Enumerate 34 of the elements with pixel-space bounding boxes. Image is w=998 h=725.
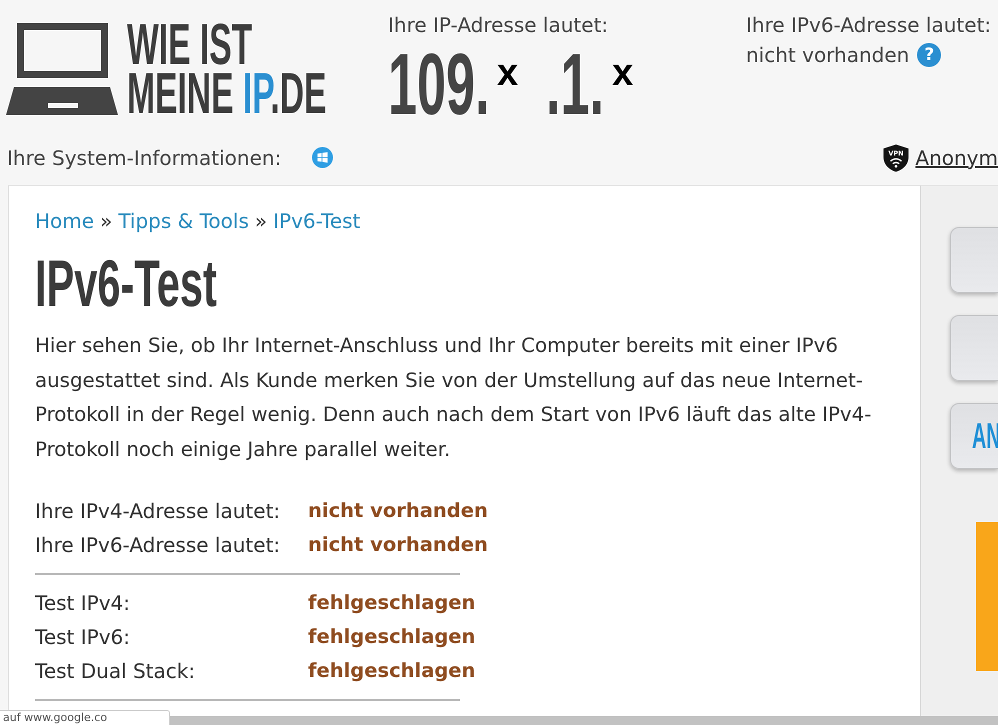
- result-value: nicht vorhanden: [308, 532, 488, 558]
- breadcrumb-link[interactable]: Tipps & Tools: [118, 207, 249, 235]
- result-label: Ihre IPv6-Adresse lautet:: [35, 532, 280, 559]
- result-value: fehlgeschlagen: [308, 658, 476, 684]
- url-status-bubble: auf www.google.co: [0, 710, 170, 725]
- laptop-icon: [6, 23, 118, 115]
- ipv6-address-value: nicht vorhanden: [746, 43, 910, 67]
- result-label: Ihre IPv4-Adresse lautet:: [35, 498, 280, 525]
- horizontal-scrollbar[interactable]: [170, 716, 998, 725]
- anonymity-link[interactable]: Anonym: [915, 146, 998, 170]
- sidebar-button[interactable]: [950, 227, 998, 293]
- breadcrumb-link[interactable]: Home: [35, 207, 94, 235]
- breadcrumb-link[interactable]: IPv6-Test: [273, 207, 360, 235]
- result-value: nicht vorhanden: [308, 498, 488, 524]
- result-value: fehlgeschlagen: [308, 590, 476, 616]
- intro-paragraph: Hier sehen Sie, ob Ihr Internet-Anschluss und Ihr Computer bereits mit einer IPv6 ausgestattet sind. Als Kunde merken Sie von der Umstellung auf das neue Internet-Protokoll in der Regel wenig. Denn auch nach dem Start von IPv6 läuft das alte IPv4-Protokoll noch einige Jahre parallel weiter.: [35, 333, 872, 462]
- window-grid-icon: [312, 147, 334, 168]
- breadcrumb-separator: »: [100, 208, 112, 235]
- ip-address-digits: 109.: [388, 49, 491, 119]
- page-title: IPv6-Test: [35, 255, 218, 311]
- result-value: fehlgeschlagen: [308, 624, 476, 650]
- system-info-label: Ihre System-Informationen:: [7, 146, 282, 170]
- result-label: Test Dual Stack:: [35, 658, 196, 685]
- result-label: Test IPv4:: [35, 590, 130, 617]
- help-button[interactable]: ?: [917, 43, 942, 67]
- result-label: Test IPv6:: [35, 624, 130, 651]
- ipv6-address-label: Ihre IPv6-Adresse lautet:: [746, 13, 992, 37]
- ip-address-label: Ihre IP-Adresse lautet:: [388, 13, 610, 37]
- ip-address-digits: .1.: [546, 49, 606, 119]
- sidebar-button[interactable]: [950, 315, 998, 381]
- breadcrumb-separator: »: [254, 208, 268, 235]
- redaction-mark: x: [612, 61, 634, 85]
- redaction-mark: x: [497, 61, 518, 85]
- sidebar-button[interactable]: AN: [950, 403, 998, 469]
